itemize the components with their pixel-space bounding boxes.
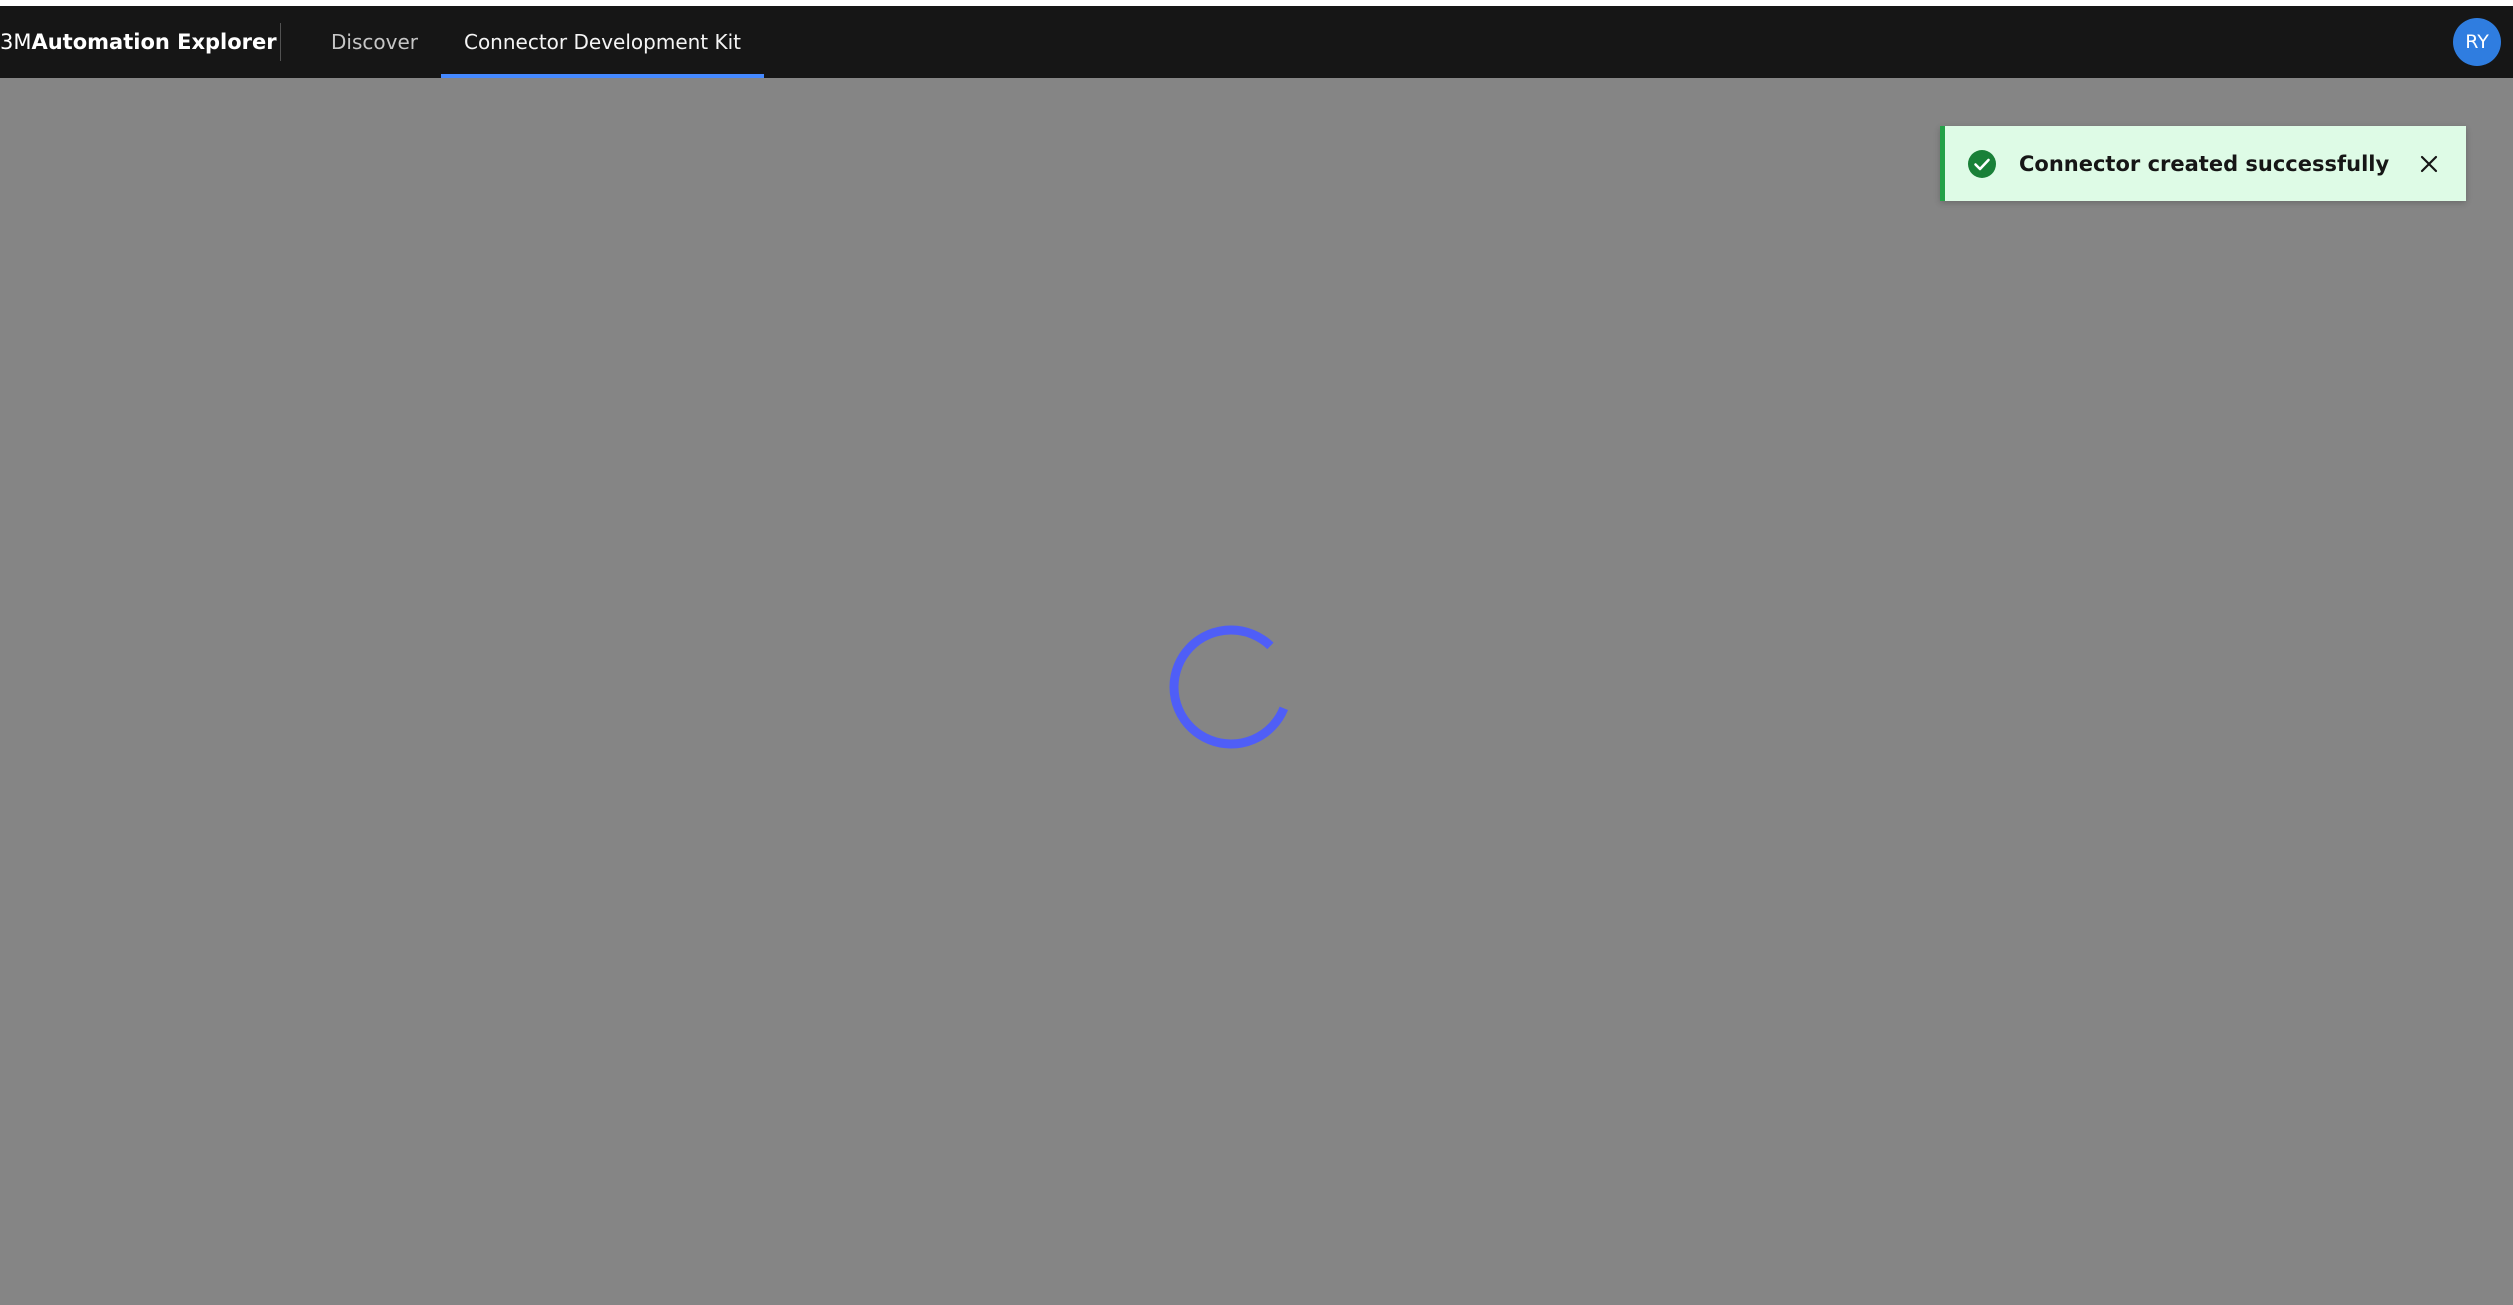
close-icon [2420,155,2438,172]
nav-item-connector-development-kit[interactable]: Connector Development Kit [440,6,765,78]
brand-prefix: 3M [0,30,32,54]
app-brand[interactable]: 3M Automation Explorer [0,6,327,78]
user-avatar[interactable]: RY [2453,18,2501,66]
avatar-initials: RY [2465,31,2489,53]
top-header: 3M Automation Explorer Discover Connector… [0,6,2513,78]
app-page: 3M Automation Explorer Discover Connector… [0,0,2513,1305]
nav-item-label: Connector Development Kit [463,30,742,54]
toast-message: Connector created successfully [2019,151,2390,176]
toast-close-button[interactable] [2408,143,2450,185]
header-nav: Discover Connector Development Kit [308,6,765,78]
brand-name: Automation Explorer [31,30,277,54]
success-toast: Connector created successfully [1940,126,2466,201]
nav-item-label: Discover [331,30,418,54]
nav-item-discover[interactable]: Discover [308,6,441,78]
header-divider [280,23,281,61]
checkmark-filled-icon [1967,149,1997,179]
loading-spinner-icon [1166,622,1296,752]
